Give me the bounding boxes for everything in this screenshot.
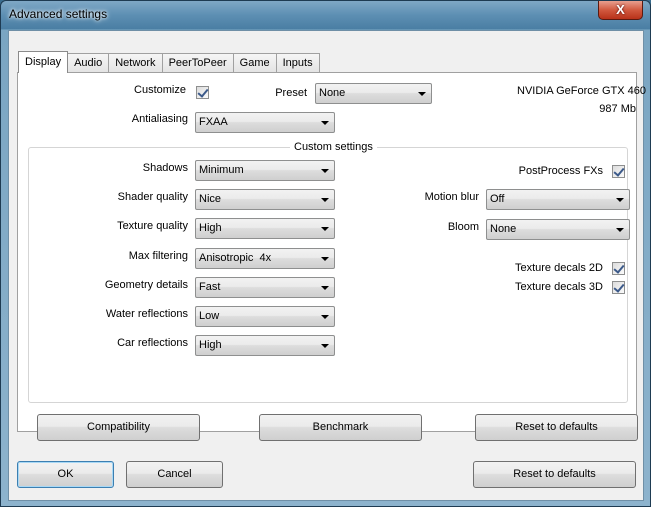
close-button[interactable]: X (598, 1, 643, 20)
bloom-label: Bloom (447, 221, 479, 233)
texture-quality-value: High (199, 222, 222, 234)
motion-blur-select[interactable]: Off (486, 189, 630, 210)
benchmark-button[interactable]: Benchmark (259, 414, 422, 441)
bloom-value: None (490, 223, 517, 235)
chevron-down-icon (616, 228, 624, 232)
water-reflections-value: Low (199, 310, 220, 322)
texture-quality-label: Texture quality (117, 220, 188, 232)
chevron-down-icon (418, 92, 426, 96)
bloom-select[interactable]: None (486, 219, 630, 240)
tab-game[interactable]: Game (232, 53, 277, 73)
antialiasing-select[interactable]: FXAA (195, 112, 335, 133)
decals-2d-checkbox[interactable] (612, 262, 625, 275)
motion-blur-value: Off (490, 193, 505, 205)
motion-blur-label: Motion blur (424, 191, 479, 203)
geometry-details-label: Geometry details (104, 279, 188, 291)
shader-quality-value: Nice (199, 193, 222, 205)
title-bar[interactable]: Advanced settings X (1, 1, 650, 29)
geometry-details-select[interactable]: Fast (195, 277, 335, 298)
water-reflections-select[interactable]: Low (195, 306, 335, 327)
advanced-settings-window: Advanced settings X Display Audio Networ… (0, 0, 651, 507)
custom-settings-title: Custom settings (290, 141, 377, 153)
ok-button[interactable]: OK (17, 461, 114, 488)
texture-quality-select[interactable]: High (195, 218, 335, 239)
decals-3d-checkbox[interactable] (612, 281, 625, 294)
shadows-value: Minimum (199, 164, 244, 176)
preset-select[interactable]: None (315, 83, 432, 104)
tab-audio[interactable]: Audio (67, 53, 110, 73)
car-reflections-select[interactable]: High (195, 335, 335, 356)
compatibility-button[interactable]: Compatibility (37, 414, 200, 441)
customize-checkbox[interactable] (196, 86, 209, 99)
customize-label: Customize (134, 84, 186, 96)
chevron-down-icon (321, 315, 329, 319)
gpu-name: NVIDIA GeForce GTX 460 (517, 85, 646, 97)
shadows-select[interactable]: Minimum (195, 160, 335, 181)
gpu-memory: 987 Mb (599, 103, 636, 115)
geometry-details-value: Fast (199, 281, 221, 293)
max-filtering-label: Max filtering (128, 250, 188, 262)
dialog-reset-defaults-button[interactable]: Reset to defaults (473, 461, 636, 488)
window-title: Advanced settings (9, 7, 108, 21)
tab-strip: Display Audio Network PeerToPeer Game In… (18, 51, 320, 73)
shadows-label: Shadows (142, 162, 188, 174)
display-tab-panel: Customize Preset None NVIDIA GeForce GTX… (17, 72, 646, 441)
close-icon: X (616, 2, 625, 17)
antialiasing-label: Antialiasing (131, 113, 188, 125)
decals-2d-label: Texture decals 2D (514, 262, 603, 274)
decals-3d-label: Texture decals 3D (514, 281, 603, 293)
panel-reset-defaults-button[interactable]: Reset to defaults (475, 414, 638, 441)
chevron-down-icon (321, 344, 329, 348)
max-filtering-select[interactable]: Anisotropic 4x (195, 248, 335, 269)
chevron-down-icon (321, 286, 329, 290)
max-filtering-value: Anisotropic 4x (199, 252, 272, 264)
chevron-down-icon (321, 121, 329, 125)
preset-value: None (319, 87, 346, 99)
car-reflections-label: Car reflections (117, 337, 188, 349)
water-reflections-label: Water reflections (105, 308, 188, 320)
shader-quality-select[interactable]: Nice (195, 189, 335, 210)
cancel-button[interactable]: Cancel (126, 461, 223, 488)
antialiasing-value: FXAA (199, 116, 228, 128)
tab-network[interactable]: Network (108, 53, 163, 73)
car-reflections-value: High (199, 339, 222, 351)
chevron-down-icon (321, 169, 329, 173)
tab-inputs[interactable]: Inputs (275, 53, 320, 73)
custom-settings-group (28, 147, 628, 403)
tab-display[interactable]: Display (18, 51, 69, 73)
dialog-client-area: Display Audio Network PeerToPeer Game In… (8, 30, 646, 501)
postprocess-label: PostProcess FXs (518, 165, 603, 177)
tab-peertopeer[interactable]: PeerToPeer (161, 53, 234, 73)
chevron-down-icon (321, 198, 329, 202)
shader-quality-label: Shader quality (117, 191, 188, 203)
chevron-down-icon (321, 227, 329, 231)
chevron-down-icon (321, 257, 329, 261)
postprocess-checkbox[interactable] (612, 165, 625, 178)
preset-label: Preset (275, 87, 307, 99)
chevron-down-icon (616, 198, 624, 202)
